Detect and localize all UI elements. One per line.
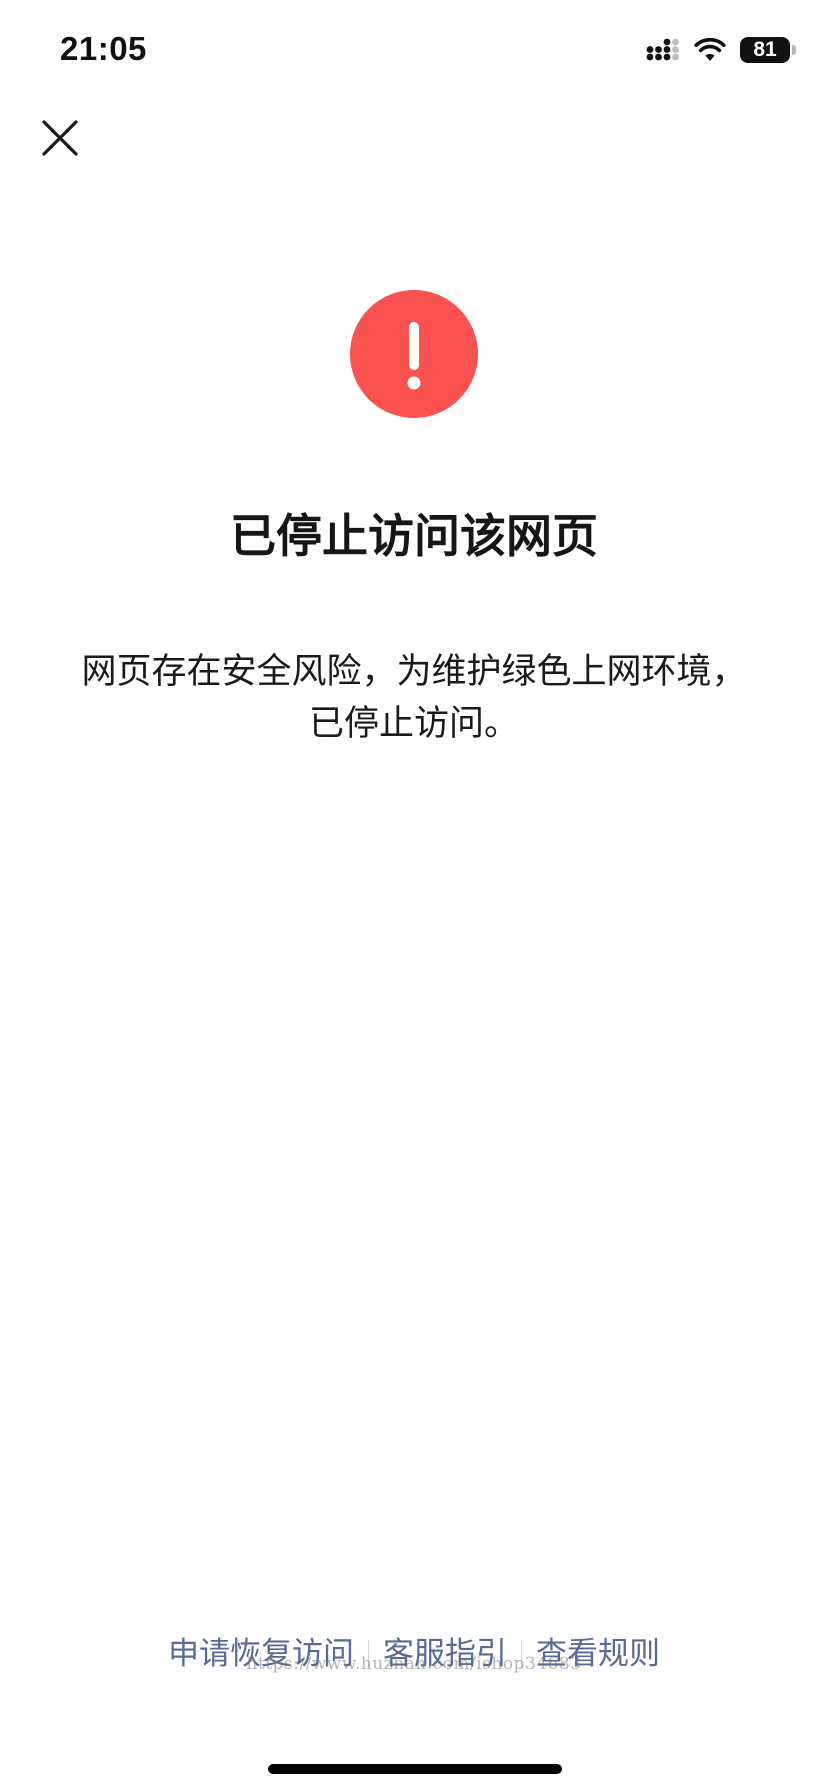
page-title: 已停止访问该网页 (230, 509, 598, 563)
status-bar: 21:05 81 (0, 0, 828, 100)
close-button[interactable] (34, 112, 86, 164)
page-description: 网页存在安全风险，为维护绿色上网环境，已停止访问。 (81, 652, 747, 744)
status-icons: 81 (646, 34, 798, 66)
request-restore-access-link[interactable]: 申请恢复访问 (154, 1632, 368, 1676)
view-rules-link[interactable]: 查看规则 (522, 1632, 674, 1676)
status-time: 21:05 (60, 30, 147, 67)
signal-icon (646, 38, 679, 61)
close-icon (42, 120, 78, 156)
exclamation-circle-icon (350, 290, 478, 418)
battery-cap (792, 45, 796, 55)
wifi-icon (694, 38, 726, 61)
battery-level: 81 (740, 37, 790, 63)
home-indicator[interactable] (268, 1764, 562, 1774)
footer-links: 申请恢复访问 客服指引 查看规则 (0, 1632, 828, 1676)
battery-icon: 81 (740, 37, 798, 63)
customer-service-guide-link[interactable]: 客服指引 (369, 1632, 521, 1676)
